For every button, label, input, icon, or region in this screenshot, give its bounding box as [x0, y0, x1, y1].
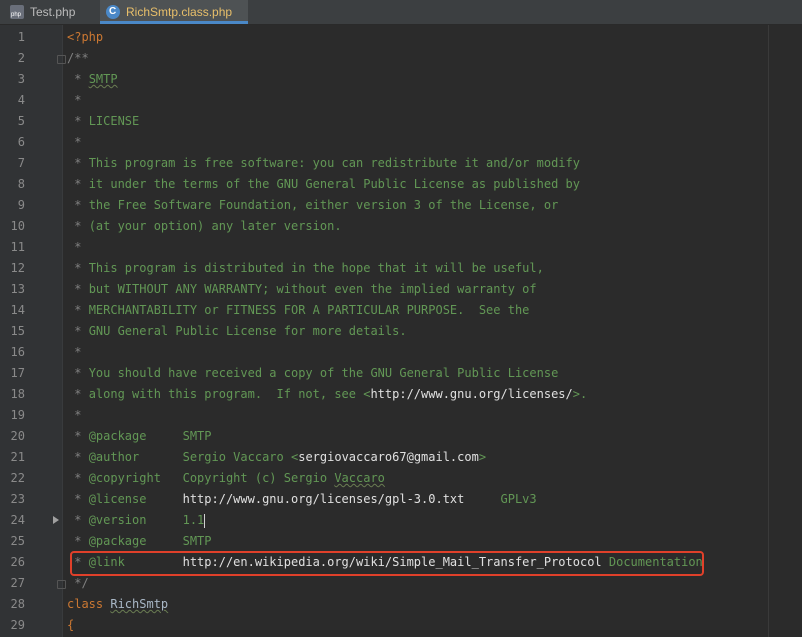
code-line[interactable]: class RichSmtp — [67, 594, 168, 615]
line-number: 19 — [10, 408, 25, 422]
line-number: 11 — [10, 240, 25, 254]
line-number: 15 — [10, 324, 25, 338]
code-line[interactable]: * — [67, 342, 81, 363]
code-line[interactable]: * but WITHOUT ANY WARRANTY; without even… — [67, 279, 536, 300]
code-line[interactable]: * This program is free software: you can… — [67, 153, 580, 174]
fold-arrow-icon[interactable] — [53, 516, 59, 524]
code-line[interactable]: * it under the terms of the GNU General … — [67, 174, 580, 195]
code-line[interactable]: /** — [67, 48, 89, 69]
line-number: 4 — [17, 93, 25, 107]
right-margin-guide — [768, 25, 769, 637]
line-number: 10 — [10, 219, 25, 233]
fold-marker-icon[interactable] — [57, 55, 66, 64]
line-number: 12 — [10, 261, 25, 275]
code-line[interactable]: * LICENSE — [67, 111, 139, 132]
tab-label: RichSmtp.class.php — [126, 5, 233, 19]
code-line[interactable]: * — [67, 132, 81, 153]
line-number: 6 — [17, 135, 25, 149]
line-number: 2 — [17, 51, 25, 65]
code-line[interactable]: * along with this program. If not, see <… — [67, 384, 587, 405]
line-number: 24 — [10, 513, 25, 527]
line-number: 8 — [17, 177, 25, 191]
line-number: 1 — [17, 30, 25, 44]
line-number: 29 — [10, 618, 25, 632]
code-line[interactable]: * @package SMTP — [67, 426, 211, 447]
code-line[interactable]: * @package SMTP — [67, 531, 211, 552]
code-line[interactable]: */ — [67, 573, 88, 594]
code-line[interactable]: * the Free Software Foundation, either v… — [67, 195, 558, 216]
line-number: 14 — [10, 303, 25, 317]
editor-tab-bar: Test.php RichSmtp.class.php — [0, 0, 802, 25]
code-line[interactable]: * @version 1.1 — [67, 510, 206, 531]
line-number: 23 — [10, 492, 25, 506]
code-line[interactable]: * @license http://www.gnu.org/licenses/g… — [67, 489, 536, 510]
line-number: 7 — [17, 156, 25, 170]
line-number: 25 — [10, 534, 25, 548]
line-number: 9 — [17, 198, 25, 212]
line-number: 20 — [10, 429, 25, 443]
line-number: 18 — [10, 387, 25, 401]
line-number: 22 — [10, 471, 25, 485]
highlight-annotation-box — [70, 551, 704, 576]
tab-richsmtp-class-php[interactable]: RichSmtp.class.php — [100, 0, 248, 24]
code-line[interactable]: * MERCHANTABILITY or FITNESS FOR A PARTI… — [67, 300, 529, 321]
php-class-icon — [106, 5, 120, 19]
code-line[interactable]: * (at your option) any later version. — [67, 216, 341, 237]
code-line[interactable]: * — [67, 237, 81, 258]
line-number: 17 — [10, 366, 25, 380]
line-number: 3 — [17, 72, 25, 86]
line-number: 13 — [10, 282, 25, 296]
code-line[interactable]: { — [67, 615, 74, 636]
line-number: 26 — [10, 555, 25, 569]
php-file-icon — [10, 5, 24, 19]
code-line[interactable]: <?php — [67, 27, 103, 48]
code-line[interactable]: * This program is distributed in the hop… — [67, 258, 544, 279]
line-number: 21 — [10, 450, 25, 464]
line-number: 27 — [10, 576, 25, 590]
code-line[interactable]: * — [67, 405, 81, 426]
code-line[interactable]: * GNU General Public License for more de… — [67, 321, 406, 342]
code-line[interactable]: * You should have received a copy of the… — [67, 363, 558, 384]
tab-label: Test.php — [30, 5, 76, 19]
tab-test-php[interactable]: Test.php — [6, 0, 96, 24]
code-line[interactable]: * @copyright Copyright (c) Sergio Vaccar… — [67, 468, 385, 489]
code-line[interactable]: * @author Sergio Vaccaro <sergiovaccaro6… — [67, 447, 486, 468]
code-line[interactable]: * — [67, 90, 81, 111]
fold-marker-icon[interactable] — [57, 580, 66, 589]
line-number: 16 — [10, 345, 25, 359]
line-number: 28 — [10, 597, 25, 611]
line-number: 5 — [17, 114, 25, 128]
code-line[interactable]: * SMTP — [67, 69, 117, 90]
